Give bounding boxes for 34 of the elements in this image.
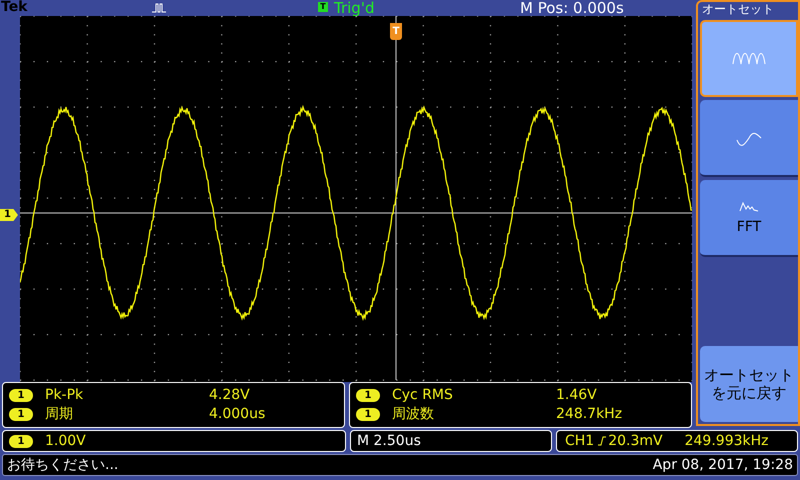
- measurement-name: Cyc RMS: [392, 386, 454, 405]
- measurement-name: 周波数: [392, 405, 435, 424]
- undo-autoset-button[interactable]: オートセット を元に戻す: [700, 346, 798, 422]
- pulse-icon: [152, 3, 166, 13]
- channel-badge: 1: [356, 408, 380, 421]
- channel-badge: 1: [9, 434, 33, 448]
- trigger-position-marker: T: [390, 23, 402, 40]
- measurement-value: 1.46V: [556, 386, 597, 405]
- rising-edge-icon: [598, 436, 606, 446]
- trigger-frequency: 249.993kHz: [684, 432, 768, 450]
- measurement-name: 周期: [45, 405, 74, 424]
- measurement-name: Pk-Pk: [45, 386, 84, 405]
- autoset-option-button[interactable]: [700, 100, 798, 177]
- brand-logo: Tek: [1, 0, 28, 16]
- trigger-source: CH1: [565, 432, 594, 450]
- multi-sine-wave-icon: [731, 52, 767, 66]
- timebase-value: M 2.50us: [357, 432, 421, 450]
- menu-title: オートセット: [701, 1, 775, 17]
- channel-marker: 1: [0, 209, 18, 221]
- channel-badge: 1: [9, 389, 33, 402]
- spectrum-icon: [739, 200, 759, 212]
- trigger-level: 20.3mV: [608, 432, 663, 450]
- status-message: お待ちください...: [7, 456, 118, 474]
- autoset-option-button[interactable]: FFT: [700, 180, 798, 257]
- position-readout: M Pos: 0.000s: [520, 0, 624, 17]
- date-time: Apr 08, 2017, 19:28: [652, 456, 793, 474]
- scale-value: 1.00V: [45, 432, 86, 450]
- measurement-value: 4.000us: [209, 405, 266, 424]
- trigger-badge: T: [318, 2, 328, 12]
- channel-badge: 1: [356, 389, 380, 402]
- measurement-value: 4.28V: [209, 386, 250, 405]
- channel-badge: 1: [9, 408, 33, 421]
- trigger-status: Trig'd: [334, 0, 374, 17]
- measurement-value: 248.7kHz: [556, 405, 622, 424]
